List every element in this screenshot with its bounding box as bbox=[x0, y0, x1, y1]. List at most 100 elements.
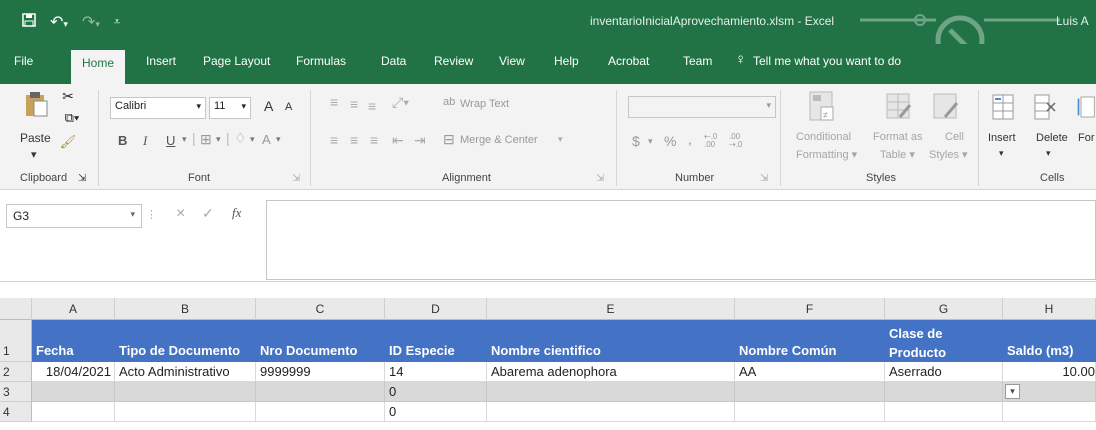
paste-icon[interactable] bbox=[22, 90, 50, 118]
enter-icon[interactable]: ✓ bbox=[202, 205, 214, 222]
conditional-formatting-button[interactable]: Conditional bbox=[796, 131, 851, 143]
column-header-d[interactable]: D bbox=[385, 298, 487, 320]
header-cell-nro-documento[interactable]: Nro Documento bbox=[256, 320, 385, 362]
tab-insert[interactable]: Insert bbox=[146, 54, 176, 68]
row-header-1[interactable]: 1 bbox=[0, 320, 32, 362]
underline-button[interactable]: U bbox=[166, 133, 175, 148]
currency-dropdown-icon[interactable]: ▾ bbox=[648, 136, 653, 147]
number-format-select[interactable]: ▾ bbox=[628, 96, 776, 118]
column-header-b[interactable]: B bbox=[115, 298, 256, 320]
clipboard-launcher-icon[interactable]: ⇲ bbox=[78, 173, 86, 184]
delete-cells-icon[interactable] bbox=[1032, 92, 1058, 122]
font-color-dropdown-icon[interactable]: ▾ bbox=[276, 134, 281, 145]
font-color-button[interactable]: A bbox=[262, 132, 271, 147]
alignment-launcher-icon[interactable]: ⇲ bbox=[596, 173, 604, 184]
cell-d3[interactable]: 0 bbox=[385, 382, 487, 402]
cell-a4[interactable] bbox=[32, 402, 115, 422]
formula-input[interactable] bbox=[266, 200, 1096, 280]
tab-team[interactable]: Team bbox=[683, 54, 712, 68]
paste-dropdown-icon[interactable]: ▾ bbox=[31, 148, 37, 161]
tab-file[interactable]: File bbox=[14, 54, 33, 68]
column-header-a[interactable]: A bbox=[32, 298, 115, 320]
cell-d4[interactable]: 0 bbox=[385, 402, 487, 422]
tab-review[interactable]: Review bbox=[434, 54, 473, 68]
cell-c3[interactable] bbox=[256, 382, 385, 402]
increase-decimal-button[interactable]: ⇠.0.00 bbox=[704, 133, 717, 149]
increase-indent-icon[interactable]: ⇥ bbox=[414, 132, 426, 149]
cell-g3[interactable] bbox=[885, 382, 1003, 402]
format-cells-button[interactable]: For bbox=[1078, 132, 1095, 144]
cell-h3[interactable]: ▾ bbox=[1003, 382, 1096, 402]
align-left-icon[interactable]: ≡ bbox=[330, 132, 338, 148]
header-cell-clase-producto[interactable]: Clase de Producto bbox=[885, 320, 1003, 362]
insert-cells-button[interactable]: Insert bbox=[988, 132, 1016, 144]
cell-f2[interactable]: AA bbox=[735, 362, 885, 382]
undo-icon[interactable]: ↶▾ bbox=[50, 12, 68, 32]
cell-b4[interactable] bbox=[115, 402, 256, 422]
format-cells-icon[interactable] bbox=[1076, 92, 1096, 122]
underline-dropdown-icon[interactable]: ▾ bbox=[182, 134, 187, 145]
cell-h4[interactable] bbox=[1003, 402, 1096, 422]
fill-color-icon[interactable]: ♢ bbox=[234, 130, 247, 147]
cell-e4[interactable] bbox=[487, 402, 735, 422]
font-size-select[interactable]: 11 ▾ bbox=[209, 97, 251, 119]
cell-g4[interactable] bbox=[885, 402, 1003, 422]
header-cell-fecha[interactable]: Fecha bbox=[32, 320, 115, 362]
decrease-decimal-button[interactable]: .00 ⇢.0 bbox=[729, 133, 742, 149]
insert-function-button[interactable]: fx bbox=[232, 205, 241, 221]
column-header-c[interactable]: C bbox=[256, 298, 385, 320]
font-name-select[interactable]: Calibri ▾ bbox=[110, 97, 206, 119]
cell-g2[interactable]: Aserrado bbox=[885, 362, 1003, 382]
borders-icon[interactable]: ⊞ bbox=[200, 131, 212, 148]
cell-d2[interactable]: 14 bbox=[385, 362, 487, 382]
delete-cells-button[interactable]: Delete bbox=[1036, 132, 1068, 144]
dropdown-arrow-icon[interactable]: ▾ bbox=[1005, 384, 1020, 399]
cell-e2[interactable]: Abarema adenophora bbox=[487, 362, 735, 382]
percent-button[interactable]: % bbox=[664, 133, 676, 149]
font-launcher-icon[interactable]: ⇲ bbox=[292, 173, 300, 184]
header-cell-id-especie[interactable]: ID Especie bbox=[385, 320, 487, 362]
copy-icon[interactable]: ⧉▾ bbox=[60, 110, 84, 126]
header-cell-nombre-cientifico[interactable]: Nombre cientifico bbox=[487, 320, 735, 362]
column-header-f[interactable]: F bbox=[735, 298, 885, 320]
italic-button[interactable]: I bbox=[143, 133, 147, 149]
shrink-font-button[interactable]: A bbox=[285, 101, 292, 113]
row-header-4[interactable]: 4 bbox=[0, 402, 32, 422]
cell-b3[interactable] bbox=[115, 382, 256, 402]
merge-dropdown-icon[interactable]: ▾ bbox=[558, 134, 563, 145]
column-header-g[interactable]: G bbox=[885, 298, 1003, 320]
conditional-formatting-icon[interactable]: ≠ bbox=[808, 90, 836, 124]
cell-f3[interactable] bbox=[735, 382, 885, 402]
cut-icon[interactable]: ✂ bbox=[60, 88, 76, 104]
chevron-down-icon[interactable]: ▾ bbox=[130, 209, 135, 220]
column-header-h[interactable]: H bbox=[1003, 298, 1096, 320]
wrap-text-icon[interactable]: ab bbox=[443, 96, 455, 108]
header-cell-saldo[interactable]: Saldo (m3) bbox=[1003, 320, 1096, 362]
tab-page-layout[interactable]: Page Layout bbox=[203, 54, 270, 68]
redo-icon[interactable]: ↷▾ bbox=[82, 12, 100, 32]
bold-button[interactable]: B bbox=[118, 133, 127, 148]
cell-h2[interactable]: 10.00 bbox=[1003, 362, 1096, 382]
cell-b2[interactable]: Acto Administrativo bbox=[115, 362, 256, 382]
wrap-text-button[interactable]: Wrap Text bbox=[460, 98, 509, 110]
select-all-corner[interactable] bbox=[0, 298, 32, 320]
cancel-icon[interactable]: × bbox=[176, 205, 185, 223]
customize-qat-icon[interactable]: ⩡ bbox=[114, 16, 120, 29]
tab-home[interactable]: Home bbox=[71, 50, 126, 84]
tab-formulas[interactable]: Formulas bbox=[296, 54, 346, 68]
cell-styles-button[interactable]: Cell bbox=[945, 131, 964, 143]
cell-a3[interactable] bbox=[32, 382, 115, 402]
insert-cells-icon[interactable] bbox=[990, 92, 1016, 122]
user-name[interactable]: Luis A bbox=[1056, 14, 1096, 28]
save-icon[interactable] bbox=[22, 13, 36, 31]
tell-me-search[interactable]: Tell me what you want to do bbox=[753, 54, 901, 68]
decrease-indent-icon[interactable]: ⇤ bbox=[392, 132, 404, 149]
tab-acrobat[interactable]: Acrobat bbox=[608, 54, 649, 68]
cell-c2[interactable]: 9999999 bbox=[256, 362, 385, 382]
column-header-e[interactable]: E bbox=[487, 298, 735, 320]
align-right-icon[interactable]: ≡ bbox=[370, 132, 378, 148]
header-cell-tipo-documento[interactable]: Tipo de Documento bbox=[115, 320, 256, 362]
merge-center-button[interactable]: Merge & Center bbox=[460, 134, 538, 146]
align-center-icon[interactable]: ≡ bbox=[350, 132, 358, 148]
cell-e3[interactable] bbox=[487, 382, 735, 402]
